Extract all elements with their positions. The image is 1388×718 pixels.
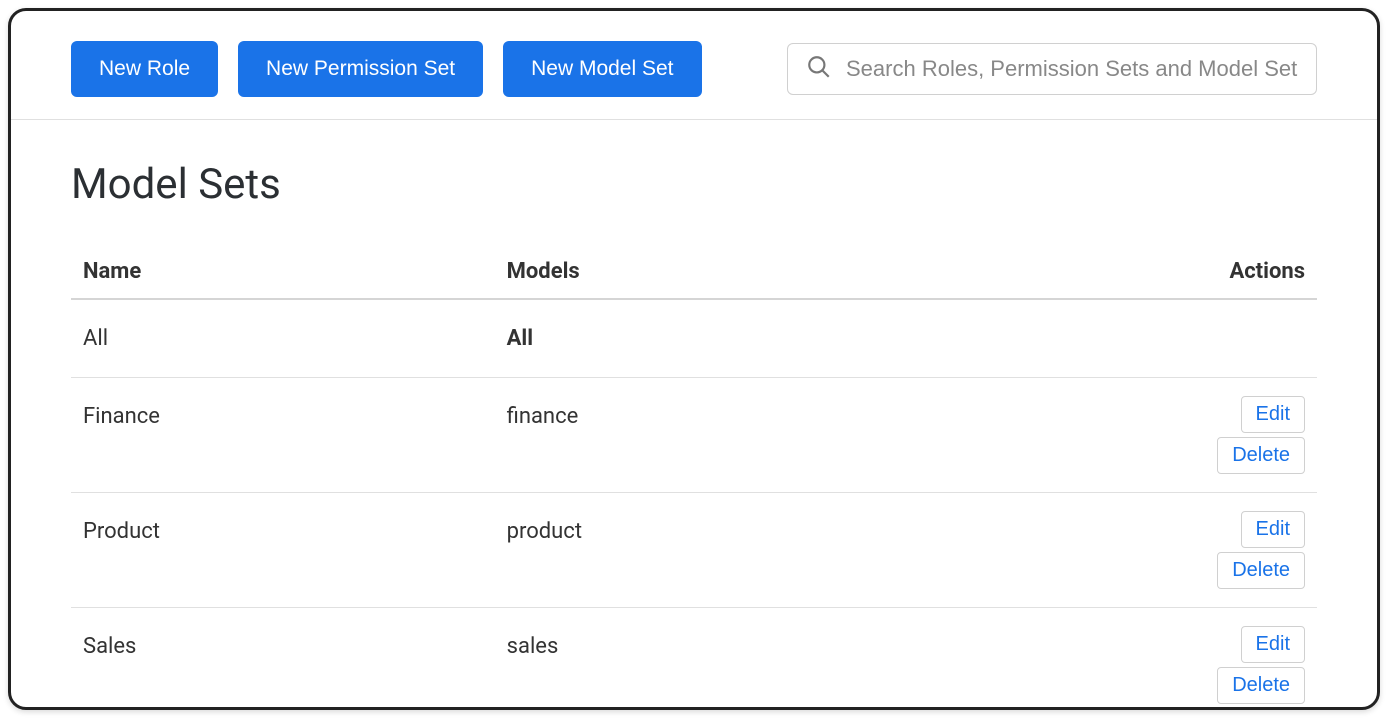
table-row: Finance finance Edit Delete xyxy=(71,378,1317,493)
cell-models: All xyxy=(495,299,1068,378)
page-title: Model Sets xyxy=(71,160,1317,209)
table-row: All All xyxy=(71,299,1317,378)
cell-name: Finance xyxy=(71,378,495,493)
cell-models: finance xyxy=(495,378,1068,493)
delete-button[interactable]: Delete xyxy=(1217,437,1305,474)
search-input[interactable] xyxy=(846,56,1298,82)
action-buttons: Edit Delete xyxy=(1217,626,1305,704)
search-wrap xyxy=(787,43,1317,95)
edit-button[interactable]: Edit xyxy=(1241,511,1305,548)
search-icon xyxy=(806,54,846,84)
toolbar: New Role New Permission Set New Model Se… xyxy=(11,11,1377,120)
table-header-row: Name Models Actions xyxy=(71,245,1317,299)
cell-models: product xyxy=(495,493,1068,608)
delete-button[interactable]: Delete xyxy=(1217,552,1305,589)
action-buttons: Edit Delete xyxy=(1217,396,1305,474)
table-row: Product product Edit Delete xyxy=(71,493,1317,608)
new-permission-set-button[interactable]: New Permission Set xyxy=(238,41,483,97)
col-header-name: Name xyxy=(71,245,495,299)
table-row: Sales sales Edit Delete xyxy=(71,608,1317,711)
delete-button[interactable]: Delete xyxy=(1217,667,1305,704)
edit-button[interactable]: Edit xyxy=(1241,396,1305,433)
new-model-set-button[interactable]: New Model Set xyxy=(503,41,701,97)
search-container[interactable] xyxy=(787,43,1317,95)
cell-actions: Edit Delete xyxy=(1068,493,1317,608)
cell-name: All xyxy=(71,299,495,378)
action-buttons: Edit Delete xyxy=(1217,511,1305,589)
col-header-actions: Actions xyxy=(1068,245,1317,299)
cell-name: Product xyxy=(71,493,495,608)
cell-models: sales xyxy=(495,608,1068,711)
new-role-button[interactable]: New Role xyxy=(71,41,218,97)
cell-actions xyxy=(1068,299,1317,378)
edit-button[interactable]: Edit xyxy=(1241,626,1305,663)
cell-name: Sales xyxy=(71,608,495,711)
app-window: New Role New Permission Set New Model Se… xyxy=(8,8,1380,710)
col-header-models: Models xyxy=(495,245,1068,299)
content: Model Sets Name Models Actions All All xyxy=(11,120,1377,710)
cell-actions: Edit Delete xyxy=(1068,378,1317,493)
cell-actions: Edit Delete xyxy=(1068,608,1317,711)
model-sets-table: Name Models Actions All All Finance fina… xyxy=(71,245,1317,710)
